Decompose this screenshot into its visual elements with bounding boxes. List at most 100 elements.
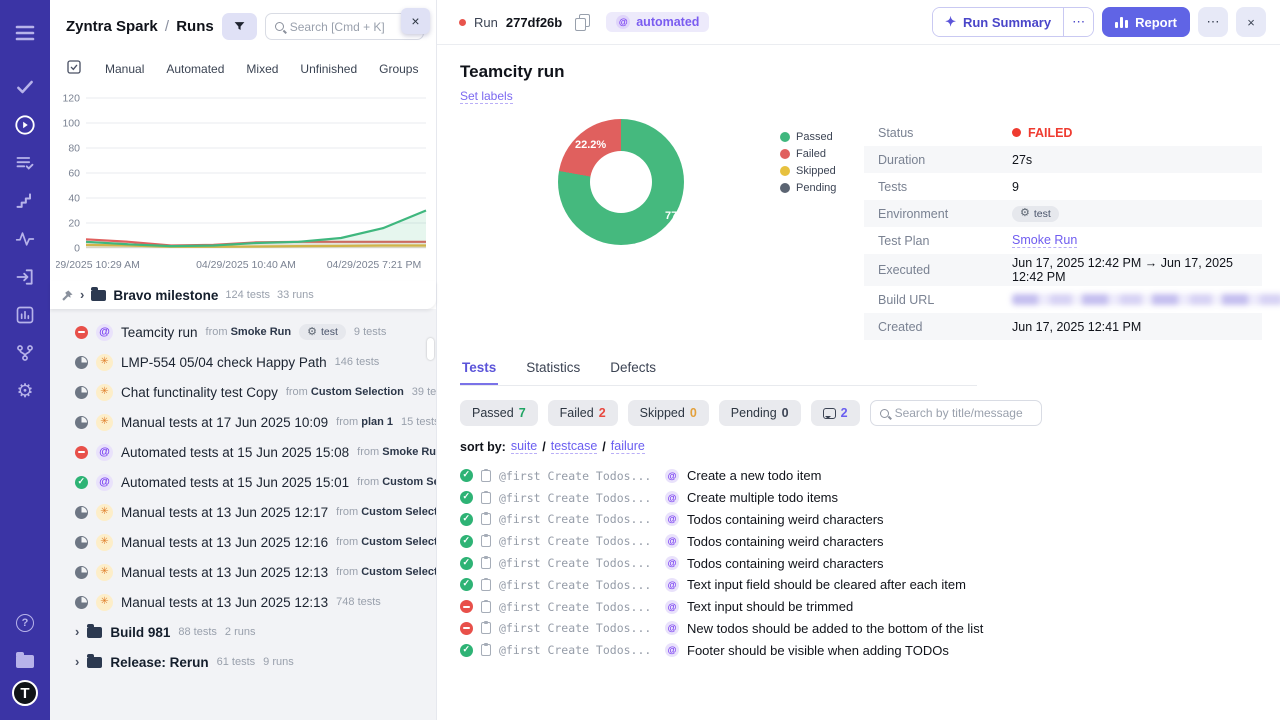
pin-icon[interactable] [62,289,73,301]
analytics-icon[interactable] [8,298,42,332]
chevron-right-icon[interactable]: › [75,624,79,639]
testomat-logo[interactable]: T [12,680,38,706]
results-tab[interactable]: Statistics [524,356,582,385]
test-suite[interactable]: @first Create Todos... [499,512,657,526]
status-filter-chip[interactable]: Failed 2 [547,400,618,426]
run-name[interactable]: Manual tests at 17 Jun 2025 10:09 [121,415,328,430]
test-suite[interactable]: @first Create Todos... [499,534,657,548]
milestone-row[interactable]: › Bravo milestone 124 tests 33 runs [50,281,436,309]
results-tab[interactable]: Tests [460,356,499,385]
import-icon[interactable] [8,260,42,294]
milestones-icon[interactable] [8,184,42,218]
test-title[interactable]: Todos containing weird characters [687,534,884,549]
chevron-right-icon[interactable]: › [75,654,79,669]
test-suite[interactable]: @first Create Todos... [499,621,657,635]
test-result-row[interactable]: @first Create Todos... @ Create multiple… [460,487,1262,509]
build-url-blurred[interactable] [1012,294,1280,305]
run-list-item[interactable]: @✳ Manual tests at 13 Jun 2025 12:13 fro… [50,587,436,617]
test-suite[interactable]: @first Create Todos... [499,578,657,592]
sort-by-testcase[interactable]: testcase [550,439,598,454]
test-result-row[interactable]: @first Create Todos... @ Todos containin… [460,530,1262,552]
settings-gear-icon[interactable]: ⚙ [8,374,42,408]
projects-folder-icon[interactable] [8,644,42,678]
test-result-row[interactable]: @first Create Todos... @ Footer should b… [460,639,1262,661]
test-suite[interactable]: @first Create Todos... [499,469,657,483]
run-name[interactable]: Automated tests at 15 Jun 2025 15:01 [121,475,349,490]
more-options-button[interactable]: ⋯ [1198,7,1228,37]
test-plan-link[interactable]: Smoke Run [1012,233,1078,248]
test-result-row[interactable]: @first Create Todos... @ Create a new to… [460,465,1262,487]
run-list-item[interactable]: @✳ Manual tests at 17 Jun 2025 10:09 fro… [50,407,436,437]
run-filter-tab[interactable]: Groups [368,58,429,80]
report-button[interactable]: Report [1102,7,1190,37]
run-list-item[interactable]: @✳ Teamcity run from Smoke Run ⚙test 9 t… [50,317,436,347]
test-suite[interactable]: @first Create Todos... [499,600,657,614]
run-group-row[interactable]: › Build 981 88 tests 2 runs [50,617,436,647]
tests-search[interactable] [869,400,1042,426]
test-title[interactable]: New todos should be added to the bottom … [687,621,983,636]
test-suite[interactable]: @first Create Todos... [499,556,657,570]
run-summary-more-button[interactable]: ⋯ [1063,8,1094,36]
chevron-right-icon[interactable]: › [80,287,84,302]
run-list-item[interactable]: @✳ LMP-554 05/04 check Happy Path from ⚙… [50,347,436,377]
scrollbar-thumb[interactable] [427,338,434,360]
status-filter-chip[interactable]: Pending 0 [718,400,801,426]
test-result-row[interactable]: @first Create Todos... @ Todos containin… [460,552,1262,574]
sort-by-failure[interactable]: failure [610,439,645,454]
test-title[interactable]: Create a new todo item [687,468,821,483]
run-name[interactable]: Teamcity run [121,325,198,340]
test-title[interactable]: Text input field should be cleared after… [687,577,966,592]
run-list-item[interactable]: @✳ Manual tests at 13 Jun 2025 12:16 fro… [50,527,436,557]
set-labels-link[interactable]: Set labels [460,89,513,104]
select-checkbox-icon[interactable] [66,59,82,80]
help-icon[interactable]: ? [8,606,42,640]
run-name[interactable]: Manual tests at 13 Jun 2025 12:13 [121,595,328,610]
automated-badge[interactable]: @ automated [606,12,710,32]
legend-item[interactable]: Failed [780,148,836,160]
milestone-name[interactable]: Bravo milestone [113,288,218,303]
breadcrumb-project[interactable]: Zyntra Spark [66,18,158,35]
run-list-item[interactable]: @✳ Manual tests at 13 Jun 2025 12:13 fro… [50,557,436,587]
hamburger-menu-icon[interactable] [8,16,42,50]
run-name[interactable]: Manual tests at 13 Jun 2025 12:13 [121,565,328,580]
status-filter-chip[interactable]: 2 [810,400,860,426]
status-filter-chip[interactable]: Skipped 0 [627,400,709,426]
legend-item[interactable]: Skipped [780,165,836,177]
run-filter-tab[interactable]: Unfinished [289,58,368,80]
run-name[interactable]: LMP-554 05/04 check Happy Path [121,355,327,370]
panel-close-button[interactable]: × [401,8,430,34]
run-name[interactable]: Manual tests at 13 Jun 2025 12:16 [121,535,328,550]
legend-item[interactable]: Passed [780,131,836,143]
test-title[interactable]: Todos containing weird characters [687,512,884,527]
tests-icon[interactable] [8,70,42,104]
group-name[interactable]: Build 981 [110,625,170,640]
runs-icon[interactable] [8,108,42,142]
copy-run-id-button[interactable] [572,12,592,32]
run-filter-tab[interactable]: Automated [155,58,235,80]
results-tab[interactable]: Defects [608,356,658,385]
run-filter-tab[interactable]: Manual [94,58,155,80]
branch-icon[interactable] [8,336,42,370]
run-filter-tab[interactable]: Mixed [235,58,289,80]
test-title[interactable]: Footer should be visible when adding TOD… [687,643,949,658]
run-list-item[interactable]: @✳ Automated tests at 15 Jun 2025 15:01 … [50,467,436,497]
test-result-row[interactable]: @first Create Todos... @ New todos shoul… [460,618,1262,640]
test-suite[interactable]: @first Create Todos... [499,491,657,505]
run-name[interactable]: Automated tests at 15 Jun 2025 15:08 [121,445,349,460]
runs-search-input[interactable] [289,19,414,34]
tests-search-input[interactable] [894,406,1032,420]
run-list-item[interactable]: @✳ Manual tests at 13 Jun 2025 12:17 fro… [50,497,436,527]
test-title[interactable]: Todos containing weird characters [687,556,884,571]
legend-item[interactable]: Pending [780,182,836,194]
test-title[interactable]: Create multiple todo items [687,490,838,505]
run-summary-button[interactable]: ✦ Run Summary [933,8,1064,36]
test-result-row[interactable]: @first Create Todos... @ Todos containin… [460,509,1262,531]
status-filter-chip[interactable]: Passed 7 [460,400,538,426]
group-name[interactable]: Release: Rerun [110,655,208,670]
test-result-row[interactable]: @first Create Todos... @ Text input fiel… [460,574,1262,596]
run-list-item[interactable]: @✳ Chat functinality test Copy from Cust… [50,377,436,407]
pulse-icon[interactable] [8,222,42,256]
run-list-item[interactable]: @✳ Automated tests at 15 Jun 2025 15:08 … [50,437,436,467]
filter-button[interactable] [221,13,257,40]
sort-by-suite[interactable]: suite [510,439,538,454]
